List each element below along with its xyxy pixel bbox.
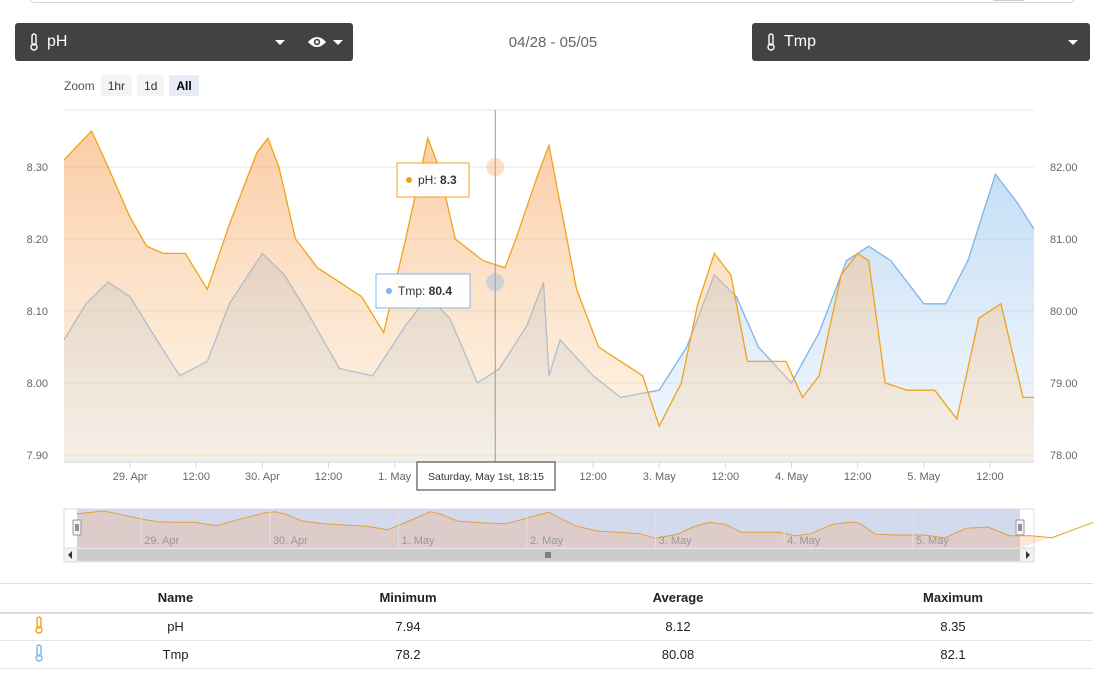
stats-name: Tmp: [78, 640, 273, 669]
svg-text:Tmp: 80.4: Tmp: 80.4: [398, 284, 452, 298]
navigator-label: 29. Apr: [144, 535, 179, 547]
x-tick-label: 3. May: [643, 471, 677, 483]
y-right-tick-label: 79.00: [1050, 378, 1078, 390]
stats-header-max: Maximum: [813, 583, 1093, 614]
y-right-tick-label: 82.00: [1050, 162, 1078, 174]
tmp-tooltip: Tmp: 80.4: [375, 273, 471, 309]
thermometer-icon: [35, 616, 43, 634]
stats-header-min: Minimum: [273, 583, 543, 614]
y-left-tick-label: 8.30: [27, 162, 48, 174]
navigator-label: 4. May: [787, 535, 821, 547]
navigator-label: 30. Apr: [273, 535, 308, 547]
x-tick-label: 12:00: [712, 471, 740, 483]
x-tick-label: 4. May: [775, 471, 809, 483]
navigator-label: 5. May: [916, 535, 950, 547]
x-tick-label: 12:00: [315, 471, 343, 483]
stats-max: 8.35: [813, 612, 1093, 641]
stats-name: pH: [78, 612, 273, 641]
x-tick-label: 12:00: [183, 471, 211, 483]
stats-avg: 8.12: [543, 612, 813, 641]
x-tick-label: 12:00: [579, 471, 607, 483]
stats-max: 82.1: [813, 640, 1093, 669]
stats-header-name: Name: [78, 583, 273, 614]
navigator-label: 3. May: [659, 535, 693, 547]
x-tick-label: 29. Apr: [113, 471, 148, 483]
y-right-tick-label: 80.00: [1050, 306, 1078, 318]
date-tooltip: Saturday, May 1st, 18:15: [416, 461, 556, 491]
ph-hover-marker: [486, 158, 505, 176]
ph-tmp-chart[interactable]: 7.90 8.00 8.10 8.20 8.30 78.00 79.00 80.00 81.0…: [0, 0, 1093, 575]
stats-min: 78.2: [273, 640, 543, 669]
x-tick-label: 12:00: [844, 471, 872, 483]
y-axis-right: 78.00 79.00 80.00 81.00 82.00: [1050, 162, 1078, 462]
table-row: Tmp 78.2 80.08 82.1: [0, 640, 1093, 669]
ph-tooltip-label: pH:: [418, 173, 440, 187]
tmp-tooltip-label: Tmp:: [398, 284, 429, 298]
series-areas: [64, 129, 1034, 462]
stats-header-avg: Average: [543, 583, 813, 614]
y-left-tick-label: 8.10: [27, 306, 48, 318]
y-right-tick-label: 78.00: [1050, 450, 1078, 462]
tmp-tooltip-marker: [386, 288, 392, 294]
table-row: pH 7.94 8.12 8.35: [0, 612, 1093, 641]
y-right-tick-label: 81.00: [1050, 234, 1078, 246]
ph-tooltip-marker: [406, 177, 412, 183]
x-tick-label: 12:00: [976, 471, 1004, 483]
y-left-tick-label: 7.90: [27, 450, 48, 462]
stats-avg: 80.08: [543, 640, 813, 669]
svg-text:pH: 8.3: pH: 8.3: [418, 173, 457, 187]
y-axis-left: 7.90 8.00 8.10 8.20 8.30: [27, 162, 48, 462]
series-area-ph: [64, 131, 1034, 462]
x-tick-label: 5. May: [907, 471, 941, 483]
navigator-label: 2. May: [530, 535, 564, 547]
tmp-hover-marker: [486, 273, 505, 292]
navigator-handle-left[interactable]: [72, 519, 82, 536]
ph-tooltip-value: 8.3: [440, 173, 457, 187]
thermometer-icon: [35, 644, 43, 662]
stats-table: Name Minimum Average Maximum pH 7.94 8.1…: [0, 583, 1093, 669]
tmp-tooltip-value: 80.4: [429, 284, 453, 298]
navigator-handle-right[interactable]: [1015, 519, 1025, 536]
x-tick-label: 30. Apr: [245, 471, 280, 483]
y-left-tick-label: 8.00: [27, 378, 48, 390]
date-tooltip-label: Saturday, May 1st, 18:15: [428, 471, 544, 483]
navigator-label: 1. May: [401, 535, 435, 547]
stats-header-row: Name Minimum Average Maximum: [0, 583, 1093, 614]
x-tick-label: 1. May: [378, 471, 412, 483]
stats-min: 7.94: [273, 612, 543, 641]
ph-tooltip: pH: 8.3: [396, 162, 470, 198]
navigator[interactable]: 29. Apr 30. Apr 1. May 2. May 3. May 4. May 5.…: [63, 508, 1093, 563]
y-left-tick-label: 8.20: [27, 234, 48, 246]
